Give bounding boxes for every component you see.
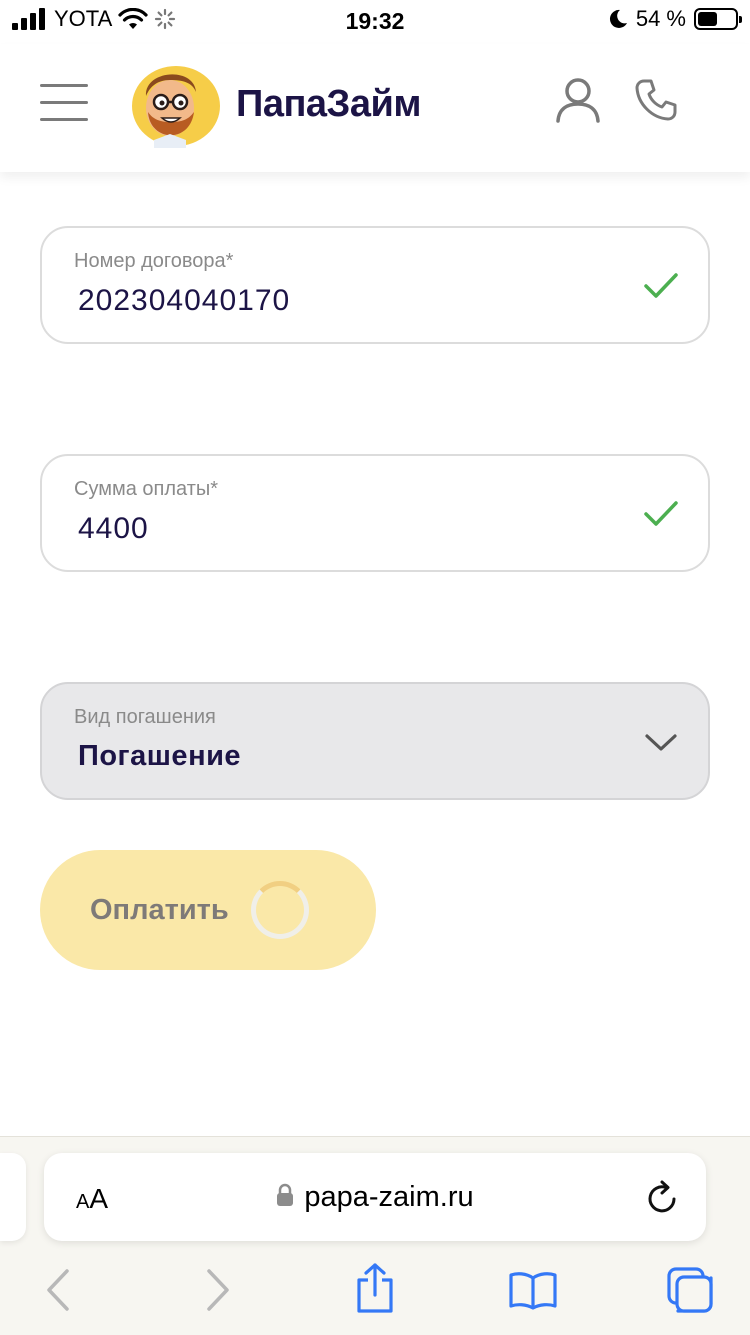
address-bar[interactable]: AA papa-zaim.ru bbox=[44, 1153, 706, 1241]
status-right-group: 54 % bbox=[608, 6, 742, 32]
forward-arrow-icon[interactable] bbox=[204, 1268, 232, 1312]
repayment-type-value: Погашение bbox=[78, 740, 242, 772]
contract-number-input[interactable]: 202304040170 bbox=[78, 284, 290, 318]
bookmarks-icon[interactable] bbox=[508, 1270, 558, 1310]
logo[interactable]: ПапаЗайм bbox=[124, 56, 421, 152]
pay-button-label: Оплатить bbox=[90, 893, 229, 926]
payment-amount-input[interactable]: 4400 bbox=[78, 512, 149, 546]
check-icon bbox=[644, 273, 678, 298]
repayment-type-label: Вид погашения bbox=[74, 706, 216, 728]
contract-number-field[interactable]: Номер договора* 202304040170 bbox=[40, 226, 710, 344]
battery-icon bbox=[694, 8, 742, 30]
phone-icon[interactable] bbox=[634, 78, 678, 122]
payment-amount-field[interactable]: Сумма оплаты* 4400 bbox=[40, 454, 710, 572]
moon-icon bbox=[609, 9, 627, 28]
user-icon[interactable] bbox=[554, 76, 602, 124]
chevron-down-icon bbox=[645, 734, 677, 751]
previous-tab-preview[interactable] bbox=[0, 1153, 26, 1241]
payment-amount-label: Сумма оплаты* bbox=[74, 478, 219, 500]
share-icon[interactable] bbox=[354, 1262, 396, 1314]
back-arrow-icon[interactable] bbox=[44, 1268, 72, 1312]
battery-percent: 54 % bbox=[635, 6, 686, 31]
contract-number-label: Номер договора* bbox=[74, 250, 234, 272]
menu-icon[interactable] bbox=[40, 84, 88, 122]
reload-icon[interactable] bbox=[646, 1179, 680, 1215]
pay-button[interactable]: Оплатить bbox=[40, 850, 376, 970]
loading-spinner-icon bbox=[250, 881, 309, 939]
repayment-type-select[interactable]: Вид погашения Погашение bbox=[40, 682, 710, 800]
site-header: ПапаЗайм bbox=[0, 44, 750, 172]
check-icon bbox=[644, 501, 678, 526]
battery-fill bbox=[698, 12, 717, 26]
lock-icon bbox=[277, 1184, 294, 1207]
mascot-logo-icon bbox=[132, 66, 220, 148]
url-text: papa-zaim.ru bbox=[304, 1181, 474, 1213]
url-container: papa-zaim.ru bbox=[44, 1181, 706, 1214]
tabs-icon[interactable] bbox=[666, 1266, 714, 1314]
brand-name: ПапаЗайм bbox=[236, 82, 421, 125]
status-bar: YOTA 19:32 54 % bbox=[0, 0, 750, 44]
